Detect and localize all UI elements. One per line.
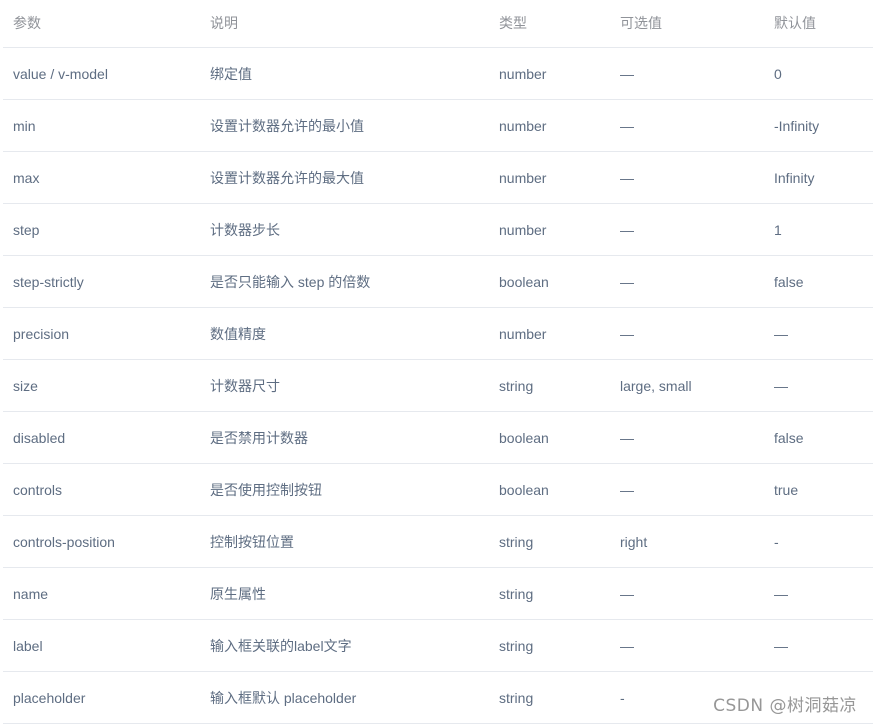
cell-param: max	[13, 169, 40, 186]
cell-param: disabled	[13, 429, 66, 446]
table-row: max 设置计数器允许的最大值 number — Infinity	[3, 152, 873, 204]
csdn-watermark: CSDN @树洞菇凉	[713, 696, 857, 716]
cell-options: -	[620, 689, 625, 706]
cell-options: —	[620, 65, 634, 82]
table-row: size 计数器尺寸 string large, small —	[3, 360, 873, 412]
cell-description: 设置计数器允许的最小值	[210, 117, 364, 134]
table-row: value / v-model 绑定值 number — 0	[3, 48, 873, 100]
cell-type: string	[499, 689, 534, 706]
cell-options: right	[620, 533, 648, 550]
cell-type: string	[499, 377, 534, 394]
table-row: label 输入框关联的label文字 string — —	[3, 620, 873, 672]
cell-options: —	[620, 273, 634, 290]
cell-param: label	[13, 637, 43, 654]
cell-default: 0	[774, 65, 782, 82]
cell-description: 是否禁用计数器	[210, 429, 308, 446]
cell-options: —	[620, 585, 634, 602]
cell-description: 是否使用控制按钮	[210, 481, 322, 498]
cell-description: 设置计数器允许的最大值	[210, 169, 364, 186]
cell-type: number	[499, 65, 547, 82]
header-description: 说明	[210, 15, 238, 31]
cell-description: 输入框默认 placeholder	[210, 689, 357, 706]
cell-type: number	[499, 169, 547, 186]
table-row: disabled 是否禁用计数器 boolean — false	[3, 412, 873, 464]
cell-default: —	[774, 325, 788, 342]
cell-type: boolean	[499, 481, 549, 498]
cell-description: 计数器步长	[210, 221, 280, 238]
cell-type: boolean	[499, 429, 549, 446]
cell-description: 控制按钮位置	[210, 533, 294, 550]
cell-default: 1	[774, 221, 782, 238]
table-row: controls 是否使用控制按钮 boolean — true	[3, 464, 873, 516]
table-row: precision 数值精度 number — —	[3, 308, 873, 360]
cell-param: size	[13, 377, 38, 394]
cell-type: string	[499, 533, 534, 550]
cell-param: min	[13, 117, 36, 134]
cell-description: 输入框关联的label文字	[210, 637, 352, 654]
table-header-row: 参数 说明 类型 可选值 默认值	[3, 0, 873, 48]
cell-param: value / v-model	[13, 65, 108, 82]
cell-type: string	[499, 585, 534, 602]
cell-default: -	[774, 533, 779, 550]
table-row: step-strictly 是否只能输入 step 的倍数 boolean — fals…	[3, 256, 873, 308]
table-row: name 原生属性 string — —	[3, 568, 873, 620]
cell-options: —	[620, 325, 634, 342]
cell-options: —	[620, 637, 634, 654]
cell-default: true	[774, 481, 799, 498]
cell-options: —	[620, 481, 634, 498]
cell-options: —	[620, 429, 634, 446]
cell-default: -Infinity	[774, 117, 820, 134]
cell-type: string	[499, 637, 534, 654]
cell-type: number	[499, 325, 547, 342]
cell-param: controls-position	[13, 533, 115, 550]
cell-default: —	[774, 637, 788, 654]
cell-description: 绑定值	[210, 65, 252, 82]
header-options: 可选值	[620, 15, 662, 31]
header-type: 类型	[499, 15, 527, 31]
table-row: controls-position 控制按钮位置 string right -	[3, 516, 873, 568]
cell-param: name	[13, 585, 49, 602]
cell-options: —	[620, 117, 634, 134]
cell-param: precision	[13, 325, 70, 342]
cell-options: large, small	[620, 377, 692, 394]
cell-default: false	[774, 429, 804, 446]
cell-options: —	[620, 169, 634, 186]
cell-param: step-strictly	[13, 273, 84, 290]
cell-default: —	[774, 377, 788, 394]
cell-description: 是否只能输入 step 的倍数	[210, 273, 371, 290]
cell-default: Infinity	[774, 169, 815, 186]
cell-type: number	[499, 117, 547, 134]
cell-description: 计数器尺寸	[210, 377, 280, 394]
cell-description: 原生属性	[210, 585, 266, 602]
cell-default: —	[774, 585, 788, 602]
cell-options: —	[620, 221, 634, 238]
cell-type: number	[499, 221, 547, 238]
cell-default: false	[774, 273, 804, 290]
table-row: min 设置计数器允许的最小值 number — -Infinity	[3, 100, 873, 152]
header-default: 默认值	[774, 15, 816, 31]
cell-type: boolean	[499, 273, 549, 290]
cell-param: controls	[13, 481, 63, 498]
table-row: step 计数器步长 number — 1	[3, 204, 873, 256]
cell-param: step	[13, 221, 40, 238]
attributes-table: 参数 说明 类型 可选值 默认值 value / v-model 绑定值 numbe…	[3, 0, 873, 724]
header-param: 参数	[13, 15, 41, 31]
cell-description: 数值精度	[210, 325, 266, 342]
cell-param: placeholder	[13, 689, 86, 706]
